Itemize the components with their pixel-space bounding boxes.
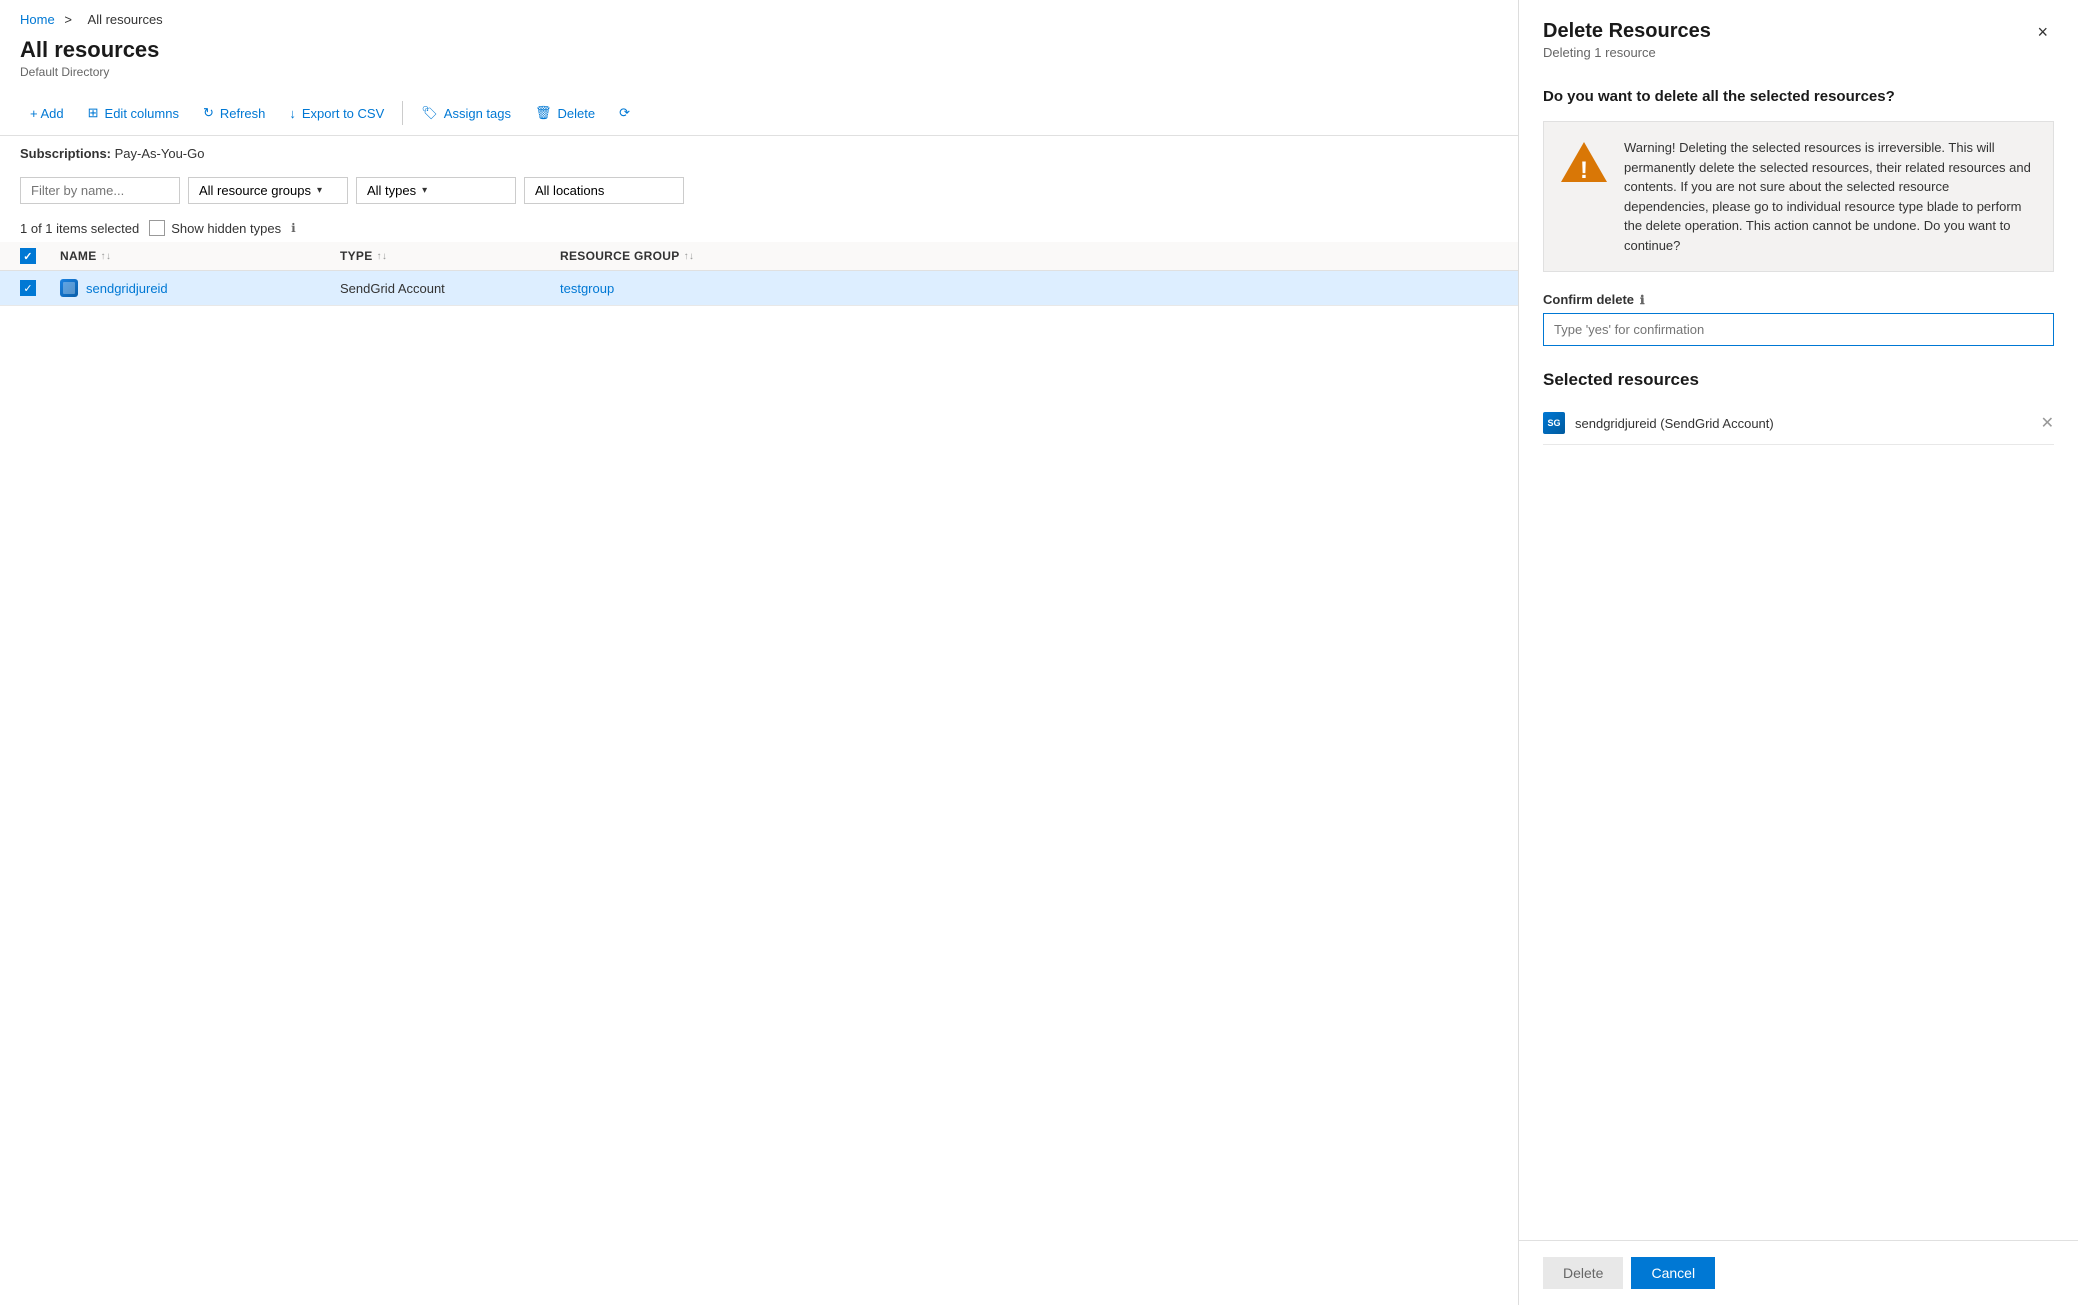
close-button[interactable]: × (2031, 20, 2054, 45)
type-label: All types (367, 183, 416, 198)
panel-title: Delete Resources (1543, 20, 1711, 43)
column-resource-group: RESOURCE GROUP ↑↓ (560, 248, 760, 264)
location-filter[interactable]: All locations (524, 177, 684, 204)
info-icon[interactable]: ℹ (291, 221, 296, 235)
column-type: TYPE ↑↓ (340, 248, 560, 264)
breadcrumb-separator: > (64, 12, 75, 27)
sort-icon[interactable]: ↑↓ (101, 251, 112, 262)
table-row: ✓ sendgridjureid SendGrid Account testgr… (0, 271, 1518, 306)
show-hidden-types-checkbox[interactable] (149, 220, 165, 236)
sort-icon[interactable]: ↑↓ (377, 251, 388, 262)
resource-name-cell[interactable]: sendgridjureid (60, 279, 340, 297)
edit-columns-button[interactable]: ⊞ Edit columns (78, 99, 189, 127)
page-subtitle: Default Directory (0, 65, 1518, 91)
show-hidden-types-label[interactable]: Show hidden types (149, 220, 281, 236)
toolbar: + Add ⊞ Edit columns ↻ Refresh ↓ Export … (0, 91, 1518, 136)
confirm-info-icon[interactable]: ℹ (1640, 293, 1645, 307)
cancel-button[interactable]: Cancel (1631, 1257, 1715, 1289)
add-button[interactable]: + Add (20, 100, 74, 127)
resource-group-label: All resource groups (199, 183, 311, 198)
panel-header: Delete Resources Deleting 1 resource × (1519, 0, 2078, 72)
breadcrumb-current: All resources (88, 12, 163, 27)
column-name: NAME ↑↓ (60, 248, 340, 264)
subscriptions-label: Subscriptions: (20, 146, 111, 161)
filters-row: All resource groups ▾ All types ▾ All lo… (0, 171, 1518, 214)
resource-item-name: sendgridjureid (SendGrid Account) (1575, 416, 1774, 431)
confirm-question: Do you want to delete all the selected r… (1543, 88, 2054, 105)
resource-item-remove-button[interactable]: ✕ (2041, 413, 2054, 433)
refresh-alt-icon: ⟳ (619, 105, 630, 121)
select-all-checkbox[interactable]: ✓ (20, 248, 36, 264)
chevron-down-icon: ▾ (317, 185, 322, 196)
type-filter[interactable]: All types ▾ (356, 177, 516, 204)
resource-item: SG sendgridjureid (SendGrid Account) ✕ (1543, 402, 2054, 445)
confirm-label: Confirm delete ℹ (1543, 292, 2054, 307)
breadcrumb: Home > All resources (0, 0, 1518, 33)
trash-icon: 🗑 (535, 105, 552, 121)
export-csv-button[interactable]: ↓ Export to CSV (279, 100, 394, 127)
tag-icon: 🏷 (421, 105, 438, 121)
warning-box: ! Warning! Deleting the selected resourc… (1543, 121, 2054, 272)
show-hidden-types-text: Show hidden types (171, 221, 281, 236)
refresh-button[interactable]: ↻ Refresh (193, 99, 275, 127)
column-location (760, 248, 1498, 264)
delete-button[interactable]: 🗑 Delete (525, 99, 605, 127)
subscriptions-bar: Subscriptions: Pay-As-You-Go (0, 136, 1518, 171)
assign-tags-button[interactable]: 🏷 Assign tags (411, 99, 521, 127)
export-icon: ↓ (289, 106, 296, 121)
resource-type-cell: SendGrid Account (340, 281, 560, 296)
delete-confirm-button[interactable]: Delete (1543, 1257, 1623, 1289)
sendgrid-icon (60, 279, 78, 297)
panel-footer: Delete Cancel (1519, 1240, 2078, 1305)
row-checkbox[interactable]: ✓ (20, 280, 36, 296)
subscriptions-value: Pay-As-You-Go (115, 146, 205, 161)
delete-resources-panel: Delete Resources Deleting 1 resource × D… (1518, 0, 2078, 1305)
resource-group-cell[interactable]: testgroup (560, 281, 760, 296)
name-filter-input[interactable] (20, 177, 180, 204)
svg-text:!: ! (1580, 157, 1588, 184)
edit-columns-icon: ⊞ (88, 105, 99, 121)
refresh-icon: ↻ (203, 105, 214, 121)
table-header: ✓ NAME ↑↓ TYPE ↑↓ RESOURCE GROUP ↑↓ (0, 242, 1518, 271)
panel-subtitle: Deleting 1 resource (1543, 45, 1711, 60)
breadcrumb-home[interactable]: Home (20, 12, 55, 27)
selected-resources-title: Selected resources (1543, 370, 2054, 390)
selection-bar: 1 of 1 items selected Show hidden types … (0, 214, 1518, 242)
sort-icon[interactable]: ↑↓ (684, 251, 695, 262)
selection-count: 1 of 1 items selected (20, 221, 139, 236)
resource-group-filter[interactable]: All resource groups ▾ (188, 177, 348, 204)
warning-text: Warning! Deleting the selected resources… (1624, 138, 2037, 255)
warning-triangle-icon: ! (1559, 140, 1609, 184)
toolbar-separator (402, 101, 403, 125)
resource-item-icon: SG (1543, 412, 1565, 434)
chevron-down-icon: ▾ (422, 185, 427, 196)
more-button[interactable]: ⟳ (609, 99, 640, 127)
location-label: All locations (535, 183, 604, 198)
confirm-delete-input[interactable] (1543, 313, 2054, 346)
page-title: All resources (0, 33, 1518, 65)
